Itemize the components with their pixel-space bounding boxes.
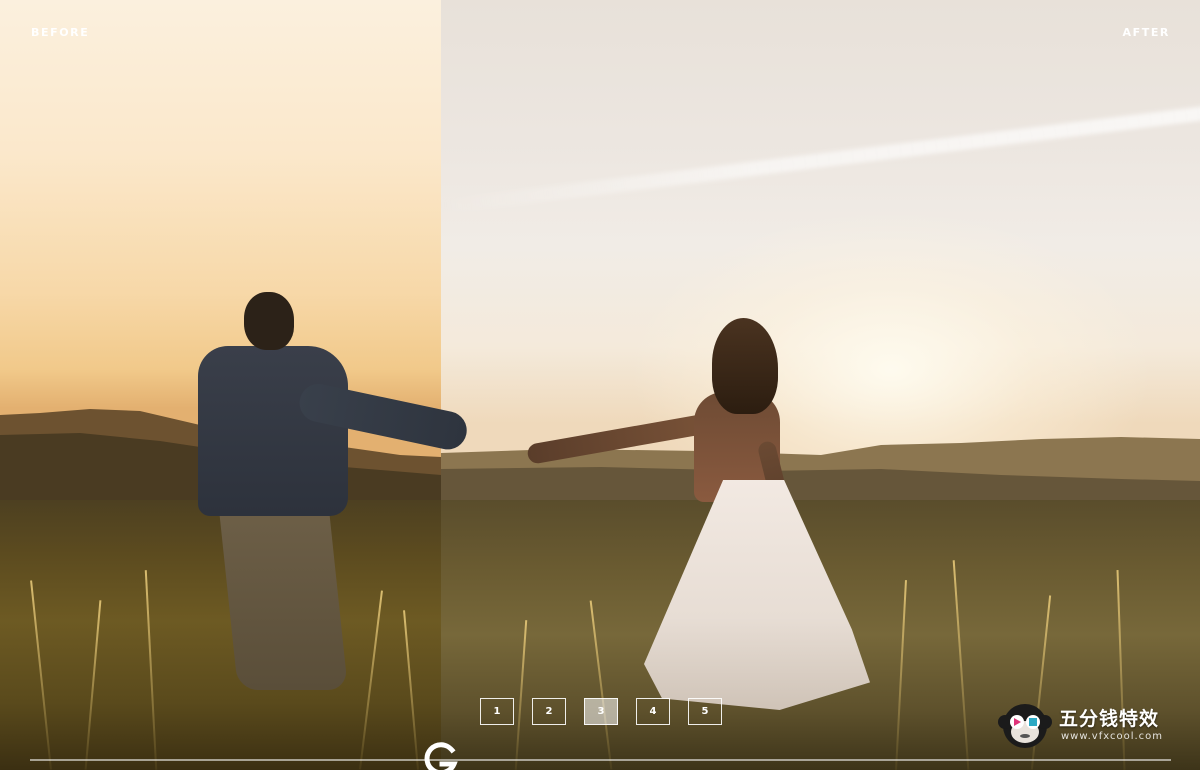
image-pager: 1 2 3 4 5: [480, 698, 722, 725]
page-button-5[interactable]: 5: [688, 698, 722, 725]
page-button-1[interactable]: 1: [480, 698, 514, 725]
watermark: 五分钱特效 www.vfxcool.com: [995, 700, 1185, 750]
page-button-4[interactable]: 4: [636, 698, 670, 725]
before-label: BEFORE: [31, 26, 90, 39]
watermark-title: 五分钱特效: [1059, 708, 1160, 730]
before-after-comparison[interactable]: BEFORE AFTER 1 2 3 4 5 五分钱特效 www.vfxcool…: [0, 0, 1200, 770]
comparison-slider-handle[interactable]: [421, 740, 461, 770]
after-label: AFTER: [1122, 26, 1170, 39]
page-button-2[interactable]: 2: [532, 698, 566, 725]
comparison-slider-track[interactable]: [30, 759, 1171, 761]
monkey-logo-icon: [998, 704, 1052, 748]
page-button-3[interactable]: 3: [584, 698, 618, 725]
watermark-url: www.vfxcool.com: [1061, 731, 1164, 742]
g-logo-icon: [424, 742, 458, 770]
